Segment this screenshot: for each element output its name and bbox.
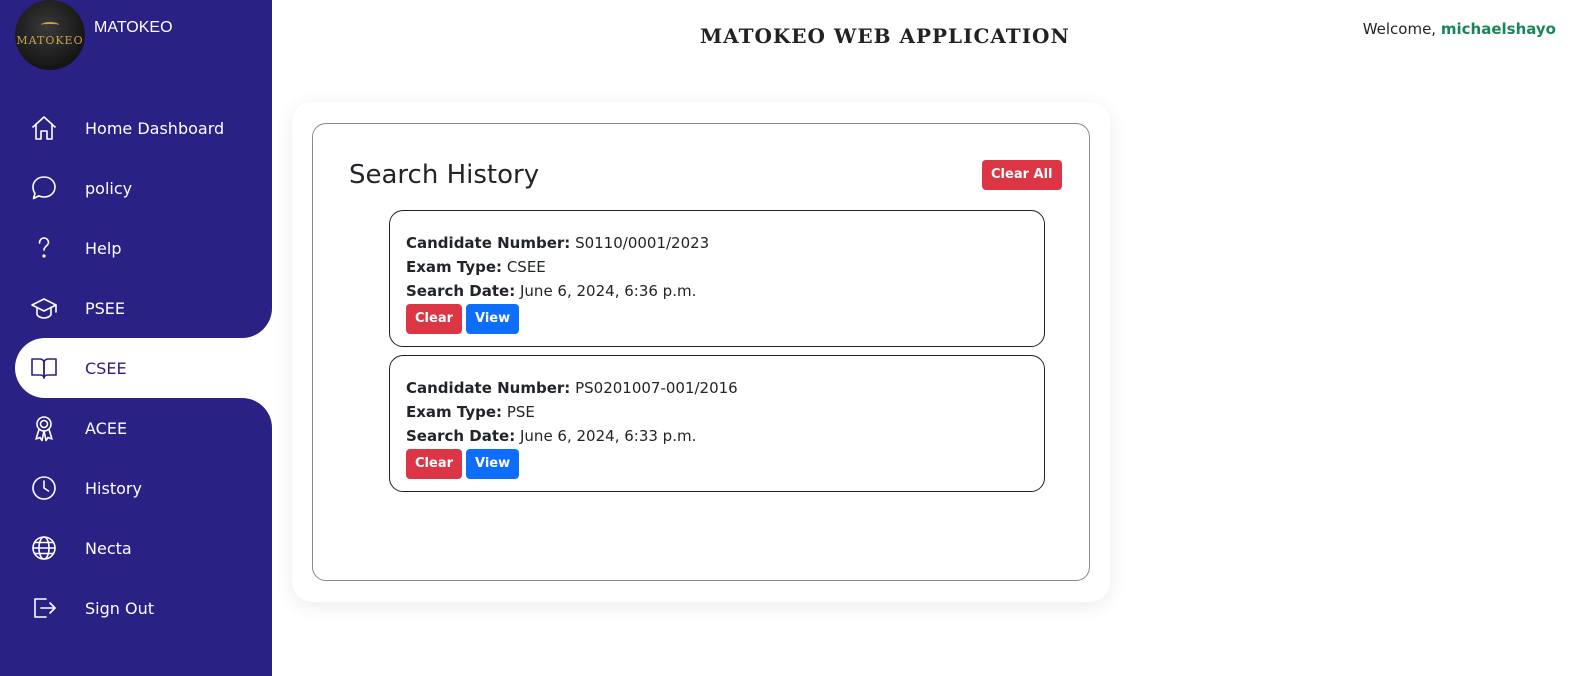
- sidebar-item-help[interactable]: Help: [15, 218, 272, 278]
- history-card: Search History Clear All Candidate Numbe…: [292, 102, 1110, 602]
- app-logo[interactable]: MATOKEO: [15, 0, 85, 70]
- graduation-cap-icon: [30, 294, 58, 322]
- sidebar-item-label: Home Dashboard: [85, 118, 225, 138]
- history-panel: Search History Clear All Candidate Numbe…: [312, 123, 1090, 581]
- sidebar-item-policy[interactable]: policy: [15, 158, 272, 218]
- sidebar-item-label: Help: [85, 238, 122, 258]
- username: michaelshayo: [1440, 20, 1556, 38]
- sidebar-item-label: Sign Out: [85, 598, 154, 618]
- sidebar: MATOKEO MATOKEO Home Dashboard policy He…: [0, 0, 272, 676]
- search-date-value: June 6, 2024, 6:33 p.m.: [520, 427, 697, 445]
- sidebar-item-acee[interactable]: ACEE: [15, 398, 272, 458]
- exam-type-row: Exam Type: PSE: [406, 400, 1044, 424]
- exam-type-value: PSE: [506, 403, 535, 421]
- logo-wave-icon: [41, 22, 59, 28]
- sidebar-item-label: Necta: [85, 538, 132, 558]
- exam-type-row: Exam Type: CSEE: [406, 255, 1044, 279]
- clear-entry-button[interactable]: Clear: [406, 304, 462, 334]
- entry-actions: Clear View: [406, 449, 1044, 479]
- candidate-number-label: Candidate Number:: [406, 234, 571, 252]
- clock-icon: [30, 474, 58, 502]
- search-date-row: Search Date: June 6, 2024, 6:36 p.m.: [406, 279, 1044, 303]
- sidebar-item-history[interactable]: History: [15, 458, 272, 518]
- exam-type-label: Exam Type:: [406, 258, 503, 276]
- question-icon: [30, 234, 58, 262]
- sidebar-item-sign-out[interactable]: Sign Out: [15, 578, 272, 638]
- sidebar-item-label: History: [85, 478, 142, 498]
- sidebar-item-home-dashboard[interactable]: Home Dashboard: [15, 98, 272, 158]
- award-ribbon-icon: [30, 414, 58, 442]
- candidate-number-label: Candidate Number:: [406, 379, 571, 397]
- sidebar-item-label: CSEE: [85, 358, 127, 378]
- entry-actions: Clear View: [406, 304, 1044, 334]
- search-date-row: Search Date: June 6, 2024, 6:33 p.m.: [406, 424, 1044, 448]
- history-entry: Candidate Number: S0110/0001/2023 Exam T…: [389, 210, 1045, 347]
- sidebar-item-label: ACEE: [85, 418, 128, 438]
- welcome-message: Welcome, michaelshayo: [1363, 20, 1556, 38]
- clear-all-button[interactable]: Clear All: [982, 160, 1062, 190]
- brand-name[interactable]: MATOKEO: [94, 19, 173, 37]
- sidebar-item-necta[interactable]: Necta: [15, 518, 272, 578]
- candidate-number-value: PS0201007-001/2016: [575, 379, 738, 397]
- logo-text: MATOKEO: [16, 33, 84, 47]
- sidebar-item-label: PSEE: [85, 298, 126, 318]
- candidate-number-row: Candidate Number: PS0201007-001/2016: [406, 376, 1044, 400]
- candidate-number-value: S0110/0001/2023: [575, 234, 710, 252]
- search-date-label: Search Date:: [406, 427, 516, 445]
- sidebar-item-psee[interactable]: PSEE: [15, 278, 272, 338]
- sidebar-item-csee[interactable]: CSEE: [15, 338, 272, 398]
- home-icon: [30, 114, 58, 142]
- welcome-prefix: Welcome,: [1362, 20, 1437, 38]
- globe-icon: [30, 534, 58, 562]
- clear-entry-button[interactable]: Clear: [406, 449, 462, 479]
- view-entry-button[interactable]: View: [466, 304, 520, 334]
- exam-type-label: Exam Type:: [406, 403, 503, 421]
- search-date-label: Search Date:: [406, 282, 516, 300]
- sidebar-item-label: policy: [85, 178, 133, 198]
- exam-type-value: CSEE: [506, 258, 546, 276]
- page-title: MATOKEO WEB APPLICATION: [700, 24, 1070, 48]
- sign-out-icon: [30, 594, 58, 622]
- search-date-value: June 6, 2024, 6:36 p.m.: [520, 282, 697, 300]
- search-history-title: Search History: [349, 160, 540, 190]
- book-open-icon: [30, 354, 58, 382]
- candidate-number-row: Candidate Number: S0110/0001/2023: [406, 231, 1044, 255]
- chat-bubble-icon: [30, 174, 58, 202]
- history-entry: Candidate Number: PS0201007-001/2016 Exa…: [389, 355, 1045, 492]
- view-entry-button[interactable]: View: [466, 449, 520, 479]
